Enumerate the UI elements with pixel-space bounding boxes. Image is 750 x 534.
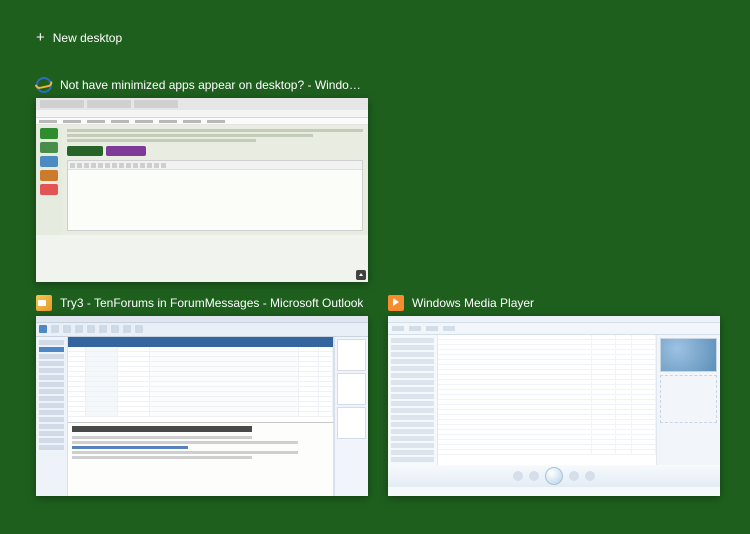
outlook-icon	[36, 295, 52, 311]
ie-bookmarks-bar	[36, 118, 368, 125]
window-thumbnail-ie[interactable]: Not have minimized apps appear on deskto…	[36, 76, 368, 282]
window-preview-ie	[36, 98, 368, 282]
outlook-reading-pane	[68, 422, 333, 496]
wmp-library-nav	[388, 335, 438, 465]
outlook-calendar-pane	[334, 337, 368, 496]
outlook-titlebar	[36, 316, 368, 323]
windows-media-player-icon	[388, 295, 404, 311]
playlist-drop-area	[660, 375, 717, 423]
play-icon	[545, 467, 563, 485]
plus-icon: +	[36, 30, 45, 45]
window-thumbnail-outlook[interactable]: Try3 - TenForums in ForumMessages - Micr…	[36, 294, 368, 496]
forum-sidebar	[36, 125, 62, 235]
window-thumbnail-wmp[interactable]: Windows Media Player	[388, 294, 720, 496]
wmp-now-playing-pane	[656, 335, 720, 465]
window-title: Windows Media Player	[412, 296, 534, 310]
forum-reply-editor	[67, 160, 363, 231]
outlook-message-list	[68, 337, 334, 496]
new-desktop-label: New desktop	[53, 31, 122, 45]
wmp-command-bar	[388, 323, 720, 335]
window-preview-outlook	[36, 316, 368, 496]
thumbnail-header: Try3 - TenForums in ForumMessages - Micr…	[36, 294, 368, 312]
thumbnail-header: Not have minimized apps appear on deskto…	[36, 76, 368, 94]
new-desktop-button[interactable]: + New desktop	[36, 30, 122, 45]
wmp-track-list	[438, 335, 656, 465]
forum-page-body	[36, 125, 368, 235]
mini-calendar	[337, 339, 366, 371]
forum-main-content	[62, 125, 368, 235]
previous-icon	[529, 471, 539, 481]
outlook-folder-nav	[36, 337, 68, 496]
wmp-playback-controls	[388, 465, 720, 487]
album-art	[660, 338, 717, 372]
next-icon	[569, 471, 579, 481]
window-preview-wmp	[388, 316, 720, 496]
repeat-icon	[585, 471, 595, 481]
thumbnail-header: Windows Media Player	[388, 294, 720, 312]
outlook-ribbon	[36, 323, 368, 337]
shuffle-icon	[513, 471, 523, 481]
forum-action-bar	[67, 146, 363, 156]
mini-calendar	[337, 373, 366, 405]
ie-tab-bar	[36, 98, 368, 110]
internet-explorer-icon	[36, 77, 52, 93]
window-title: Try3 - TenForums in ForumMessages - Micr…	[60, 296, 363, 310]
window-title: Not have minimized apps appear on deskto…	[60, 78, 368, 92]
scroll-to-top-icon	[356, 270, 366, 280]
ie-nav-bar	[36, 110, 368, 118]
wmp-titlebar	[388, 316, 720, 323]
mini-calendar	[337, 407, 366, 439]
